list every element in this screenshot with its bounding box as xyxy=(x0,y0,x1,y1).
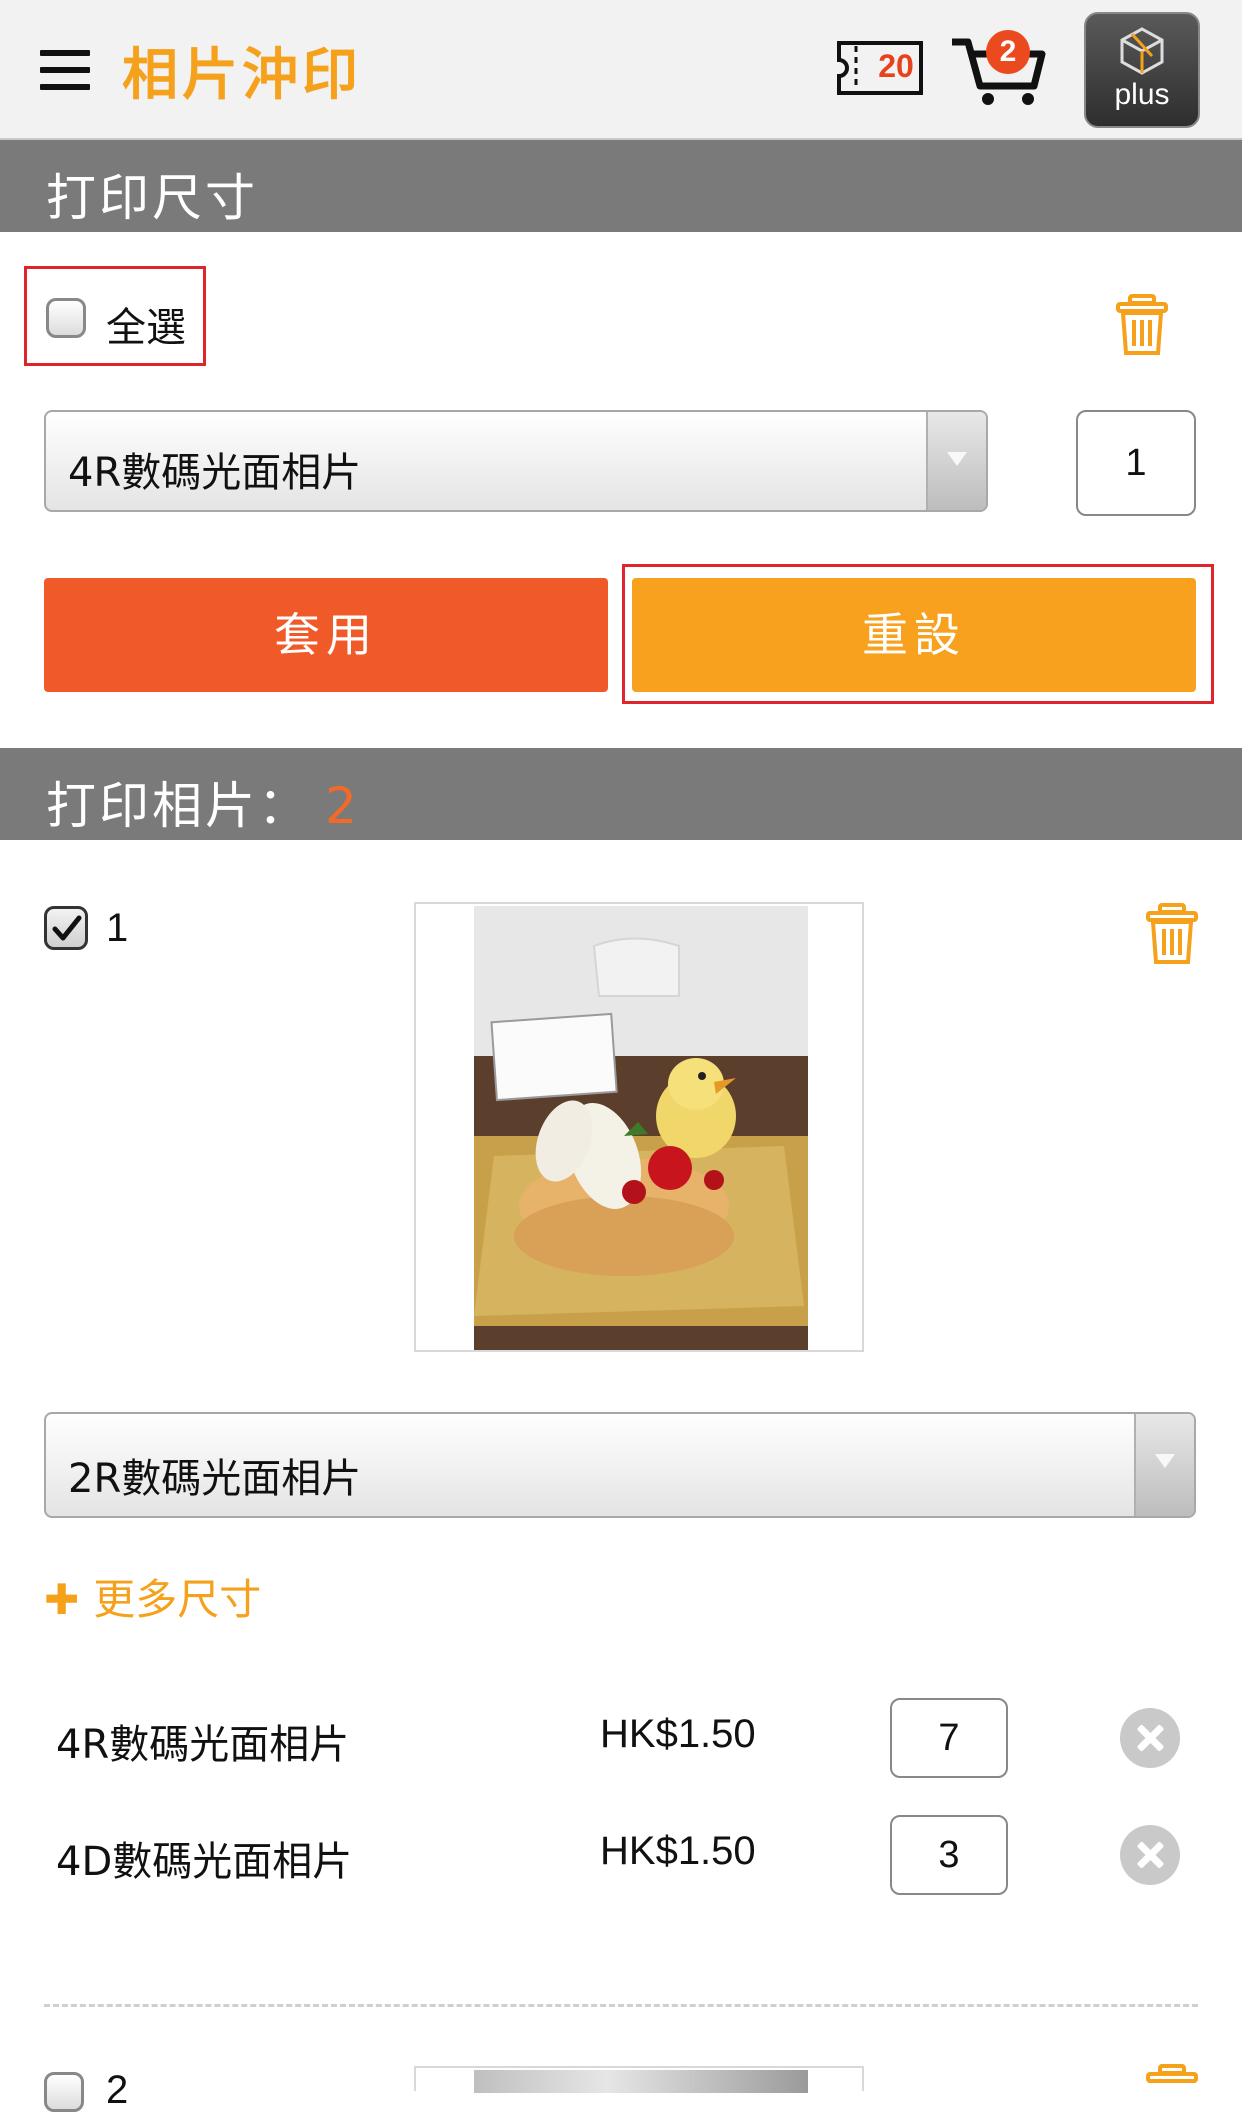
chevron-down-icon xyxy=(926,412,986,510)
photo-2-image xyxy=(474,2070,808,2093)
print-photos-title: 打印相片： 2 xyxy=(46,766,360,838)
more-sizes-label: 更多尺寸 xyxy=(93,1575,262,1624)
photo-2-trash-icon[interactable] xyxy=(1146,2064,1198,2126)
print-photos-header: 打印相片： 2 xyxy=(0,748,1242,840)
size-row-2-quantity-input[interactable]: 3 xyxy=(890,1815,1008,1895)
page-title: 相片沖印 xyxy=(122,43,362,108)
photo-1-checkbox[interactable] xyxy=(44,906,88,950)
photo-2-thumbnail[interactable] xyxy=(414,2066,864,2093)
size-row-1-name: 4R數碼光面相片 xyxy=(56,1722,350,1768)
photo-2-checkbox[interactable] xyxy=(44,2072,84,2112)
photo-count: 2 xyxy=(325,777,360,835)
print-size-title: 打印尺寸 xyxy=(46,169,258,227)
apply-button[interactable]: 套用 xyxy=(44,578,608,692)
photo-1-thumbnail[interactable] xyxy=(414,902,864,1352)
print-size-value: 4R數碼光面相片 xyxy=(68,450,362,496)
photo-1-index: 1 xyxy=(106,906,129,950)
top-bar: 相片沖印 20 2 plus xyxy=(0,0,1242,140)
item-divider xyxy=(44,2004,1198,2007)
select-all-checkbox[interactable] xyxy=(46,298,86,338)
size-row-2-name: 4D數碼光面相片 xyxy=(56,1839,353,1885)
hamburger-menu-icon[interactable] xyxy=(40,50,90,90)
size-row-2-price: HK$1.50 xyxy=(600,1829,756,1873)
cake-photo-drawing xyxy=(474,906,808,1350)
plus-label: plus xyxy=(1114,78,1170,111)
more-sizes-link[interactable]: ✚ 更多尺寸 xyxy=(44,1566,261,1627)
print-size-select[interactable]: 4R數碼光面相片 xyxy=(44,410,988,512)
coupon-count: 20 xyxy=(878,48,914,84)
photo-image xyxy=(474,906,808,1350)
plus-icon: ✚ xyxy=(44,1575,80,1624)
print-size-header: 打印尺寸 xyxy=(0,140,1242,232)
cart-count-badge: 2 xyxy=(986,30,1030,74)
trash-icon[interactable] xyxy=(1116,294,1168,356)
check-icon xyxy=(52,915,82,941)
photo-1-size-value: 2R數碼光面相片 xyxy=(68,1456,362,1502)
photo-1-trash-icon[interactable] xyxy=(1146,903,1198,965)
print-photos-label: 打印相片： xyxy=(46,777,311,835)
size-row-2-remove-icon[interactable] xyxy=(1120,1825,1180,1885)
plus-logo[interactable]: plus xyxy=(1084,12,1200,128)
size-row-1-price: HK$1.50 xyxy=(600,1712,756,1756)
size-row-1-remove-icon[interactable] xyxy=(1120,1708,1180,1768)
reset-button[interactable]: 重設 xyxy=(632,578,1196,692)
print-size-quantity-input[interactable]: 1 xyxy=(1076,410,1196,516)
photo-1-size-select[interactable]: 2R數碼光面相片 xyxy=(44,1412,1196,1518)
size-row-1-quantity-input[interactable]: 7 xyxy=(890,1698,1008,1778)
select-all-label[interactable]: 全選 xyxy=(106,295,186,353)
chevron-down-icon xyxy=(1134,1414,1194,1516)
cube-icon xyxy=(1120,27,1164,75)
